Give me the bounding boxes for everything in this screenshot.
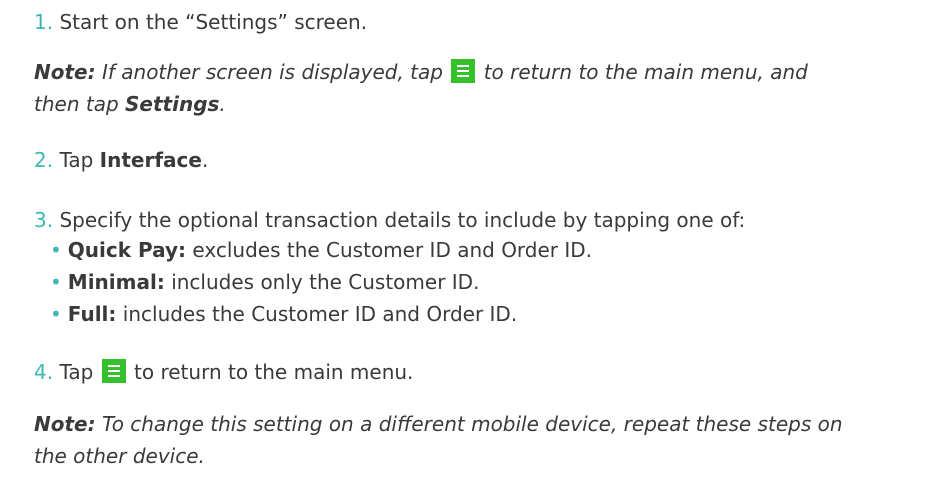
step-number: 3. [34, 208, 54, 232]
step-1-note-line-1: Note: If another screen is displayed, ta… [34, 58, 808, 86]
note-text: then tap [34, 92, 126, 116]
note-label: Note: [34, 60, 96, 84]
note-text: If another screen is displayed, tap [95, 60, 450, 84]
bullet-icon: • [50, 270, 62, 294]
bullet-item-minimal: • Minimal: includes only the Customer ID. [50, 268, 479, 296]
bullet-icon: • [50, 238, 62, 262]
step-2: 2. Tap Interface. [34, 146, 208, 174]
instructions-document: 1. Start on the “Settings” screen. Note:… [0, 0, 925, 485]
step-text: Start on the “Settings” screen. [59, 10, 368, 34]
note-text: to return to the main menu, and [477, 60, 808, 84]
bullet-text: excludes the Customer ID and Order ID. [186, 238, 593, 262]
interface-bold: Interface [99, 148, 202, 172]
note-text: To change this setting on a different mo… [95, 412, 843, 436]
step-number: 4. [34, 360, 54, 384]
bullet-item-full: • Full: includes the Customer ID and Orde… [50, 300, 517, 328]
step-number: 1. [34, 10, 54, 34]
step-text-part: Tap [59, 360, 100, 384]
note-settings-bold: Settings [125, 92, 220, 116]
step-4: 4. Tap to return to the main menu. [34, 358, 413, 386]
step-4-note-line-2: the other device. [34, 442, 205, 470]
bullet-label: Minimal: [67, 270, 165, 294]
menu-icon [451, 59, 476, 83]
step-text: Tap Interface. [59, 148, 208, 172]
bullet-icon: • [50, 302, 62, 326]
step-text: Specify the optional transaction details… [59, 208, 746, 232]
note-text: the other device. [34, 444, 205, 468]
step-text-part: Tap [59, 148, 100, 172]
bullet-label: Quick Pay: [67, 238, 187, 262]
bullet-item-quick-pay: • Quick Pay: excludes the Customer ID and… [50, 236, 592, 264]
step-text-part: to return to the main menu. [127, 360, 414, 384]
step-3: 3. Specify the optional transaction deta… [34, 206, 745, 234]
step-1: 1. Start on the “Settings” screen. [34, 8, 367, 36]
step-text-part: . [201, 148, 209, 172]
step-1-note-line-2: then tap Settings. [34, 90, 226, 118]
bullet-text: includes only the Customer ID. [164, 270, 480, 294]
note-label: Note: [34, 412, 96, 436]
bullet-label: Full: [67, 302, 117, 326]
step-number: 2. [34, 148, 54, 172]
step-text: Tap to return to the main menu. [59, 359, 414, 384]
note-text: . [219, 92, 226, 116]
step-4-note-line-1: Note: To change this setting on a differ… [34, 410, 843, 438]
menu-icon [101, 359, 126, 383]
bullet-text: includes the Customer ID and Order ID. [116, 302, 518, 326]
